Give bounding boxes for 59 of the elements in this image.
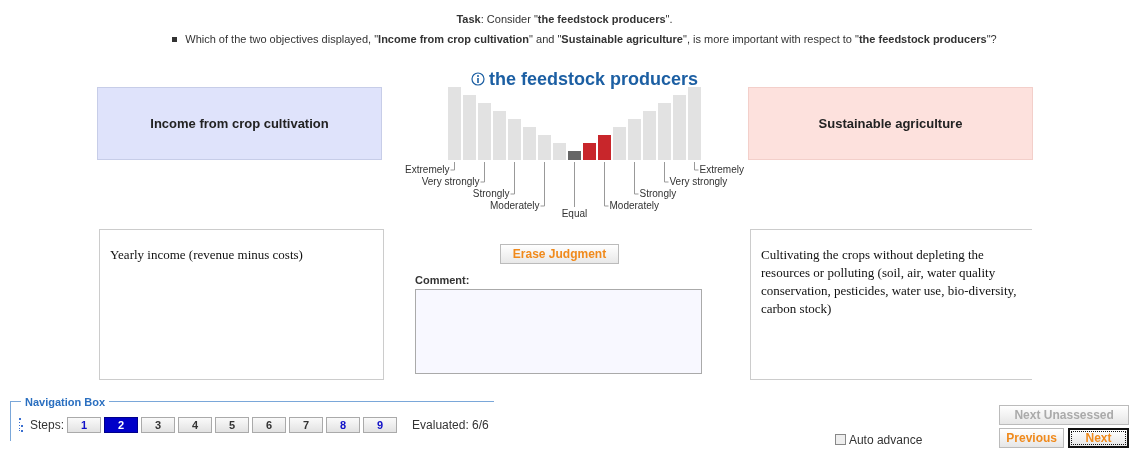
scale-bar[interactable] xyxy=(523,127,536,160)
scale-bar[interactable] xyxy=(463,95,476,160)
criterion-title: the feedstock producers xyxy=(488,67,699,91)
scale-label: Equal xyxy=(561,208,588,219)
objective-card: Income from crop cultivation xyxy=(97,87,382,160)
step-button[interactable]: 7 xyxy=(289,417,324,433)
scale-label: Strongly xyxy=(472,188,510,199)
scale-label: Moderately xyxy=(609,200,659,211)
scale-label: Very strongly xyxy=(669,176,728,187)
scale-label: Very strongly xyxy=(421,176,480,187)
leader-line xyxy=(450,161,455,171)
scale-bar[interactable] xyxy=(598,135,611,160)
info-icon[interactable] xyxy=(470,72,485,86)
objective-description: Cultivating the crops without depleting the resources or polluting (soil, air, water quality conservation, pesticides, water use, bio-diversity, carbon stock) xyxy=(750,229,1032,380)
scale-bar[interactable] xyxy=(508,119,521,160)
scale-bar[interactable] xyxy=(583,143,596,160)
scale-label: Strongly xyxy=(639,188,677,199)
bullet-icon xyxy=(172,36,178,42)
leader-line xyxy=(694,161,699,171)
step-button[interactable]: 4 xyxy=(178,417,213,433)
auto-advance-label: Auto advance xyxy=(848,431,923,449)
scale-label: Moderately xyxy=(490,200,540,211)
scale-bar[interactable] xyxy=(643,111,656,160)
step-button[interactable]: 1 xyxy=(67,417,102,433)
leader-line xyxy=(604,161,609,207)
step-button[interactable]: 3 xyxy=(141,417,176,433)
leader-line xyxy=(540,161,545,207)
scale-label: Extremely xyxy=(405,164,450,175)
scale-bar[interactable] xyxy=(613,127,626,160)
objective-description: Yearly income (revenue minus costs) xyxy=(99,229,384,380)
scale-bar[interactable] xyxy=(553,143,566,160)
step-button[interactable]: 5 xyxy=(215,417,250,433)
steps-label: Steps: xyxy=(30,417,65,434)
scale-bar[interactable] xyxy=(478,103,491,160)
step-button[interactable]: 9 xyxy=(363,417,398,433)
scale-bar[interactable] xyxy=(628,119,641,160)
scale-bar[interactable] xyxy=(658,103,671,160)
question-text: Which of the two objectives displayed, "Income from crop cultivation" and "Sustainable agriculture", is more important with respect to "the feedstock producers"? xyxy=(185,31,997,47)
leader-line xyxy=(664,161,669,183)
auto-advance-checkbox[interactable] xyxy=(834,434,846,445)
step-button[interactable]: 8 xyxy=(326,417,361,433)
scale-bar[interactable] xyxy=(538,135,551,160)
scale-label: Extremely xyxy=(699,164,744,175)
scale-bar[interactable] xyxy=(493,111,506,160)
leader-line xyxy=(634,161,639,195)
leader-line xyxy=(480,161,485,183)
comment-label: Comment: xyxy=(415,273,471,286)
leader-line xyxy=(574,161,575,208)
comment-field[interactable] xyxy=(415,289,702,374)
objective-card: Sustainable agriculture xyxy=(748,87,1033,160)
evaluated-count: Evaluated: 6/6 xyxy=(412,417,489,434)
leader-line xyxy=(510,161,515,195)
step-button[interactable]: 6 xyxy=(252,417,287,433)
step-button[interactable]: 2 xyxy=(104,417,139,433)
scale-bar[interactable] xyxy=(673,95,686,160)
scale-bar[interactable] xyxy=(568,151,581,160)
scale-bar[interactable] xyxy=(448,87,461,160)
scale-bar[interactable] xyxy=(688,87,701,160)
task-text: Task: Consider "the feedstock producers". xyxy=(455,12,674,27)
